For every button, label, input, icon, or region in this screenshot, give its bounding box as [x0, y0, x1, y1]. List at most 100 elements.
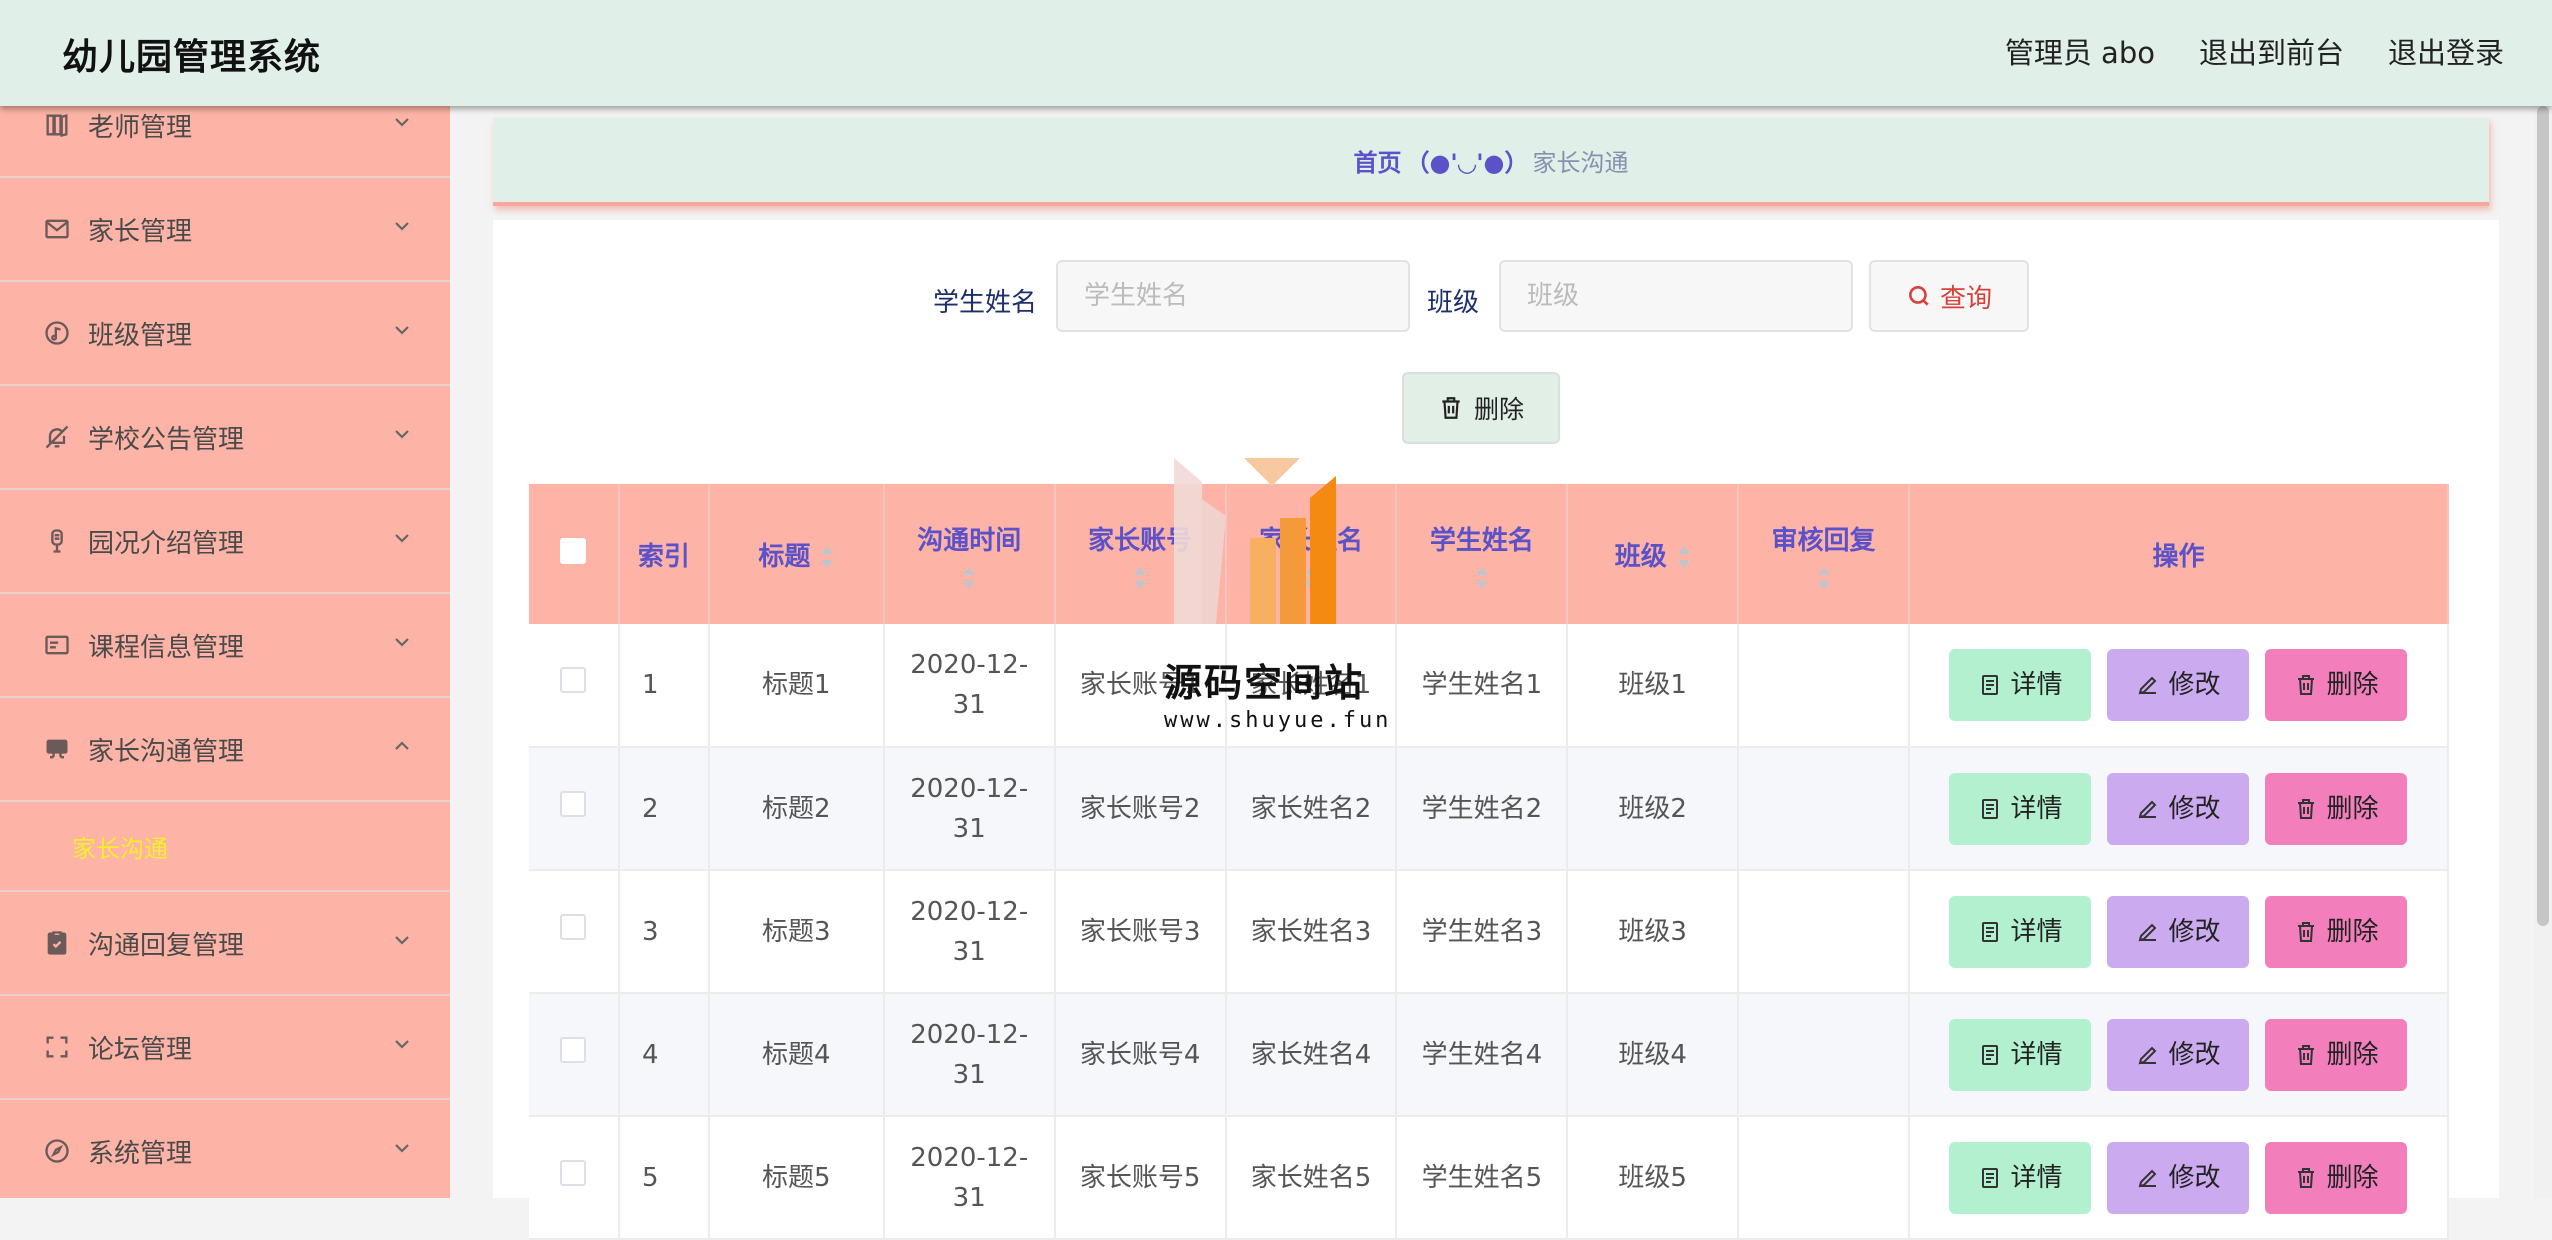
row-checkbox[interactable]	[560, 790, 587, 817]
col-time[interactable]: 沟通时间	[883, 484, 1056, 624]
scrollbar-thumb[interactable]	[2537, 106, 2549, 926]
sidebar-item-notice[interactable]: 学校公告管理	[0, 386, 450, 490]
edit-button[interactable]: 修改	[2107, 649, 2250, 721]
sort-icon[interactable]	[1475, 566, 1489, 589]
delete-button[interactable]: 删除	[2265, 1141, 2408, 1214]
edit-button[interactable]: 修改	[2107, 1141, 2250, 1214]
cell-index: 4	[618, 993, 710, 1117]
exit-to-front-link[interactable]: 退出到前台	[2199, 30, 2344, 72]
class-input[interactable]	[1499, 260, 1853, 332]
row-checkbox[interactable]	[560, 1036, 587, 1063]
row-select-cell	[529, 870, 620, 994]
watermark-url: www.shuyue.fun	[1164, 708, 1392, 733]
col-class[interactable]: 班级	[1567, 484, 1740, 624]
breadcrumb-home[interactable]: 首页	[1353, 143, 1401, 178]
row-select-cell	[529, 1116, 620, 1240]
edit-button[interactable]: 修改	[2107, 1018, 2250, 1091]
pencil-icon	[2136, 1043, 2160, 1067]
edit-button-label: 修改	[2168, 1162, 2221, 1193]
student-name-label: 学生姓名	[933, 288, 1038, 318]
detail-button[interactable]: 详情	[1949, 1018, 2092, 1091]
breadcrumb: 首页 （●'◡'●） 家长沟通	[493, 118, 2489, 206]
delete-button[interactable]: 删除	[2265, 772, 2408, 845]
detail-button[interactable]: 详情	[1949, 1141, 2092, 1214]
cell-index: 1	[618, 624, 710, 748]
detail-button-label: 详情	[2010, 793, 2063, 824]
sidebar-item-class[interactable]: 班级管理	[0, 282, 450, 386]
sort-icon[interactable]	[1677, 546, 1691, 568]
pencil-icon	[2136, 673, 2160, 697]
col-time-label: 沟通时间	[917, 525, 1022, 556]
chevron-down-icon	[392, 1034, 412, 1054]
logout-link[interactable]: 退出登录	[2388, 30, 2504, 72]
sidebar-item-reply[interactable]: 沟通回复管理	[0, 892, 450, 996]
sort-icon[interactable]	[962, 566, 976, 589]
sidebar-item-label: 论坛管理	[88, 1034, 193, 1065]
col-reply[interactable]: 审核回复	[1738, 484, 1910, 624]
row-checkbox[interactable]	[560, 913, 587, 940]
edit-button[interactable]: 修改	[2107, 895, 2250, 968]
trash-icon	[2294, 1043, 2318, 1067]
search-form: 学生姓名 班级 查询	[493, 260, 2499, 332]
sidebar-subitem-parent-communication[interactable]: 家长沟通	[0, 802, 450, 892]
chevron-up-icon	[392, 736, 412, 756]
col-actions-label: 操作	[2152, 541, 2205, 572]
delete-button-label: 删除	[2326, 1039, 2379, 1070]
detail-button[interactable]: 详情	[1949, 649, 2092, 721]
select-all-header	[529, 484, 620, 624]
row-select-cell	[529, 993, 620, 1117]
delete-button[interactable]: 删除	[2265, 649, 2408, 721]
query-button[interactable]: 查询	[1869, 260, 2029, 332]
cell-title: 标题4	[708, 993, 885, 1117]
sidebar-item-communication[interactable]: 家长沟通管理	[0, 698, 450, 802]
mail-icon	[42, 214, 72, 244]
cell-parent: 家长姓名3	[1225, 870, 1398, 994]
table-row: 4 标题4 2020-12-31 家长账号4 家长姓名4 学生姓名4 班级4 详情 修改 删除	[529, 993, 2450, 1117]
class-label: 班级	[1427, 288, 1480, 318]
sort-icon[interactable]	[1817, 566, 1831, 589]
detail-button[interactable]: 详情	[1949, 772, 2092, 845]
cell-index: 3	[618, 870, 710, 994]
cell-account: 家长账号3	[1054, 870, 1227, 994]
cell-reply	[1738, 1116, 1910, 1240]
table-header-row: 索引 标题 沟通时间 家长账号 家长姓名 学生姓名 班级 审核回复 操作	[529, 484, 2450, 624]
select-all-checkbox[interactable]	[560, 537, 587, 564]
sidebar-item-label: 班级管理	[88, 320, 193, 351]
batch-delete-label: 删除	[1473, 395, 1524, 424]
chevron-down-icon	[392, 216, 412, 236]
sidebar-item-system[interactable]: 系统管理	[0, 1100, 450, 1198]
row-select-cell	[529, 747, 620, 871]
col-class-label: 班级	[1614, 541, 1667, 572]
sidebar-item-course[interactable]: 课程信息管理	[0, 594, 450, 698]
cell-time: 2020-12-31	[883, 624, 1056, 748]
pencil-icon	[2136, 797, 2160, 821]
sidebar-item-parent[interactable]: 家长管理	[0, 178, 450, 282]
delete-button[interactable]: 删除	[2265, 895, 2408, 968]
page-scrollbar[interactable]	[2534, 106, 2552, 1198]
sidebar-item-label: 系统管理	[88, 1138, 193, 1169]
chevron-down-icon	[392, 1138, 412, 1158]
document-icon	[1978, 920, 2002, 944]
sort-icon[interactable]	[820, 546, 834, 568]
student-name-input[interactable]	[1056, 260, 1410, 332]
sort-icon[interactable]	[1133, 566, 1147, 589]
detail-button-label: 详情	[2010, 670, 2063, 700]
delete-button[interactable]: 删除	[2265, 1018, 2408, 1091]
document-icon	[1978, 797, 2002, 821]
detail-button[interactable]: 详情	[1949, 895, 2092, 968]
row-checkbox[interactable]	[560, 1159, 587, 1186]
trash-icon	[1442, 397, 1460, 419]
sidebar-item-forum[interactable]: 论坛管理	[0, 996, 450, 1100]
delete-button-label: 删除	[2326, 793, 2379, 824]
cell-student: 学生姓名5	[1396, 1116, 1569, 1240]
chevron-down-icon	[392, 930, 412, 950]
batch-delete-button[interactable]: 删除	[1402, 372, 1560, 444]
sidebar-item-teacher[interactable]: 老师管理	[0, 106, 450, 178]
col-title[interactable]: 标题	[708, 484, 885, 624]
edit-button[interactable]: 修改	[2107, 772, 2250, 845]
query-button-label: 查询	[1939, 283, 1992, 314]
col-index-label: 索引	[637, 541, 690, 572]
sidebar-item-intro[interactable]: 园况介绍管理	[0, 490, 450, 594]
col-student-name[interactable]: 学生姓名	[1396, 484, 1569, 624]
row-checkbox[interactable]	[560, 667, 587, 693]
